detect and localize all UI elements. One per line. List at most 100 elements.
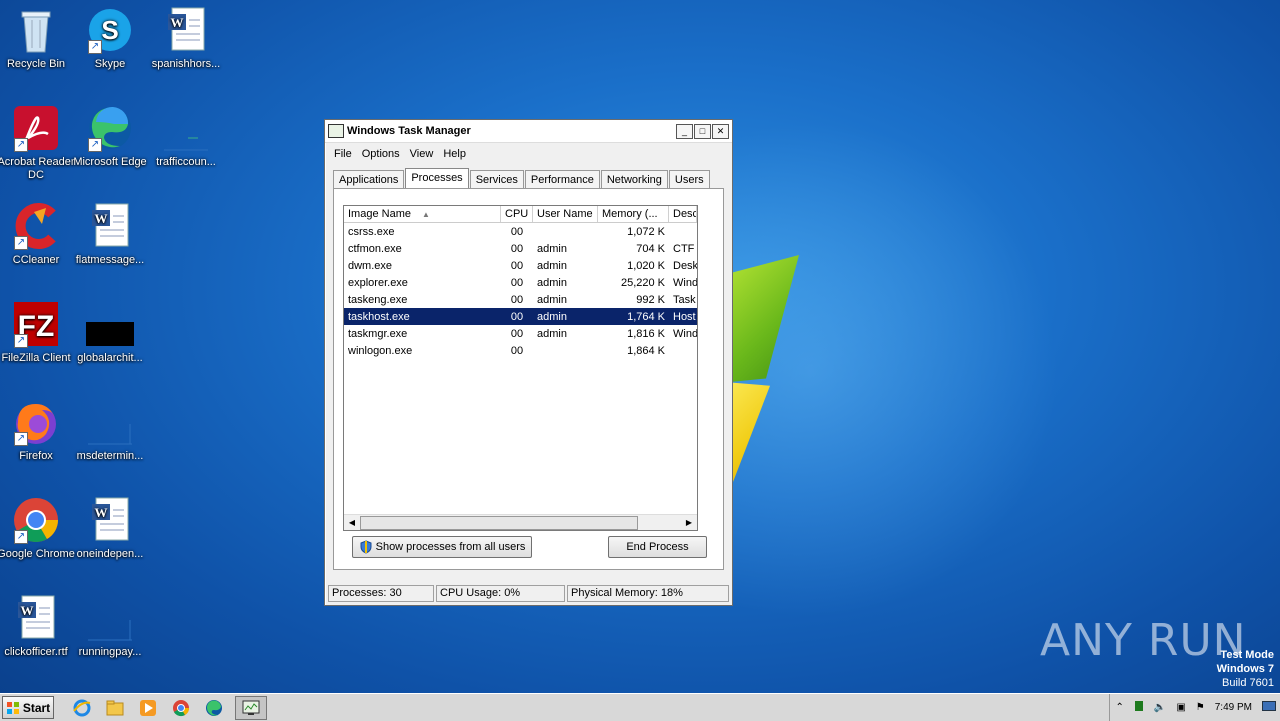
process-description: Desk (673, 259, 697, 272)
horizontal-scrollbar[interactable]: ◀ ▶ (344, 514, 697, 530)
desktop-icon-oneindepen[interactable]: W oneindepen... (67, 496, 153, 561)
process-memory: 1,020 K (627, 259, 665, 272)
windows-logo-icon (6, 701, 19, 714)
watermark-line-2: Windows 7 (1216, 663, 1274, 675)
clock[interactable]: 7:49 PM (1215, 702, 1252, 713)
network-status-icon[interactable] (1134, 700, 1144, 715)
end-process-button[interactable]: End Process (608, 536, 707, 558)
desktop-icon-msdetermin[interactable]: msdetermin... (67, 398, 153, 463)
task-manager-window[interactable]: Windows Task Manager _ □ ✕ File Options … (324, 119, 733, 606)
process-description: Task (673, 293, 696, 306)
scroll-left-icon[interactable]: ◀ (345, 516, 359, 529)
process-memory: 1,864 K (627, 344, 665, 357)
blank-file-icon (86, 398, 134, 446)
word-doc-icon: W (86, 496, 134, 544)
process-row[interactable]: winlogon.exe 00 1,864 K (344, 342, 697, 359)
process-memory: 1,764 K (627, 310, 665, 323)
column-cpu[interactable]: CPU (501, 206, 533, 222)
column-description[interactable]: Desc (669, 206, 697, 222)
show-desktop-icon[interactable] (1262, 701, 1276, 714)
desktop-icon-runningpay[interactable]: runningpay... (67, 594, 153, 659)
edge-icon: ↗ (86, 104, 134, 152)
tab-performance[interactable]: Performance (524, 170, 600, 190)
desktop-icon-flatmessage[interactable]: W flatmessage... (67, 202, 153, 267)
tab-services[interactable]: Services (469, 170, 524, 190)
process-memory: 704 K (636, 242, 665, 255)
desktop-icon-globalarchit[interactable]: globalarchit... (67, 300, 153, 365)
title-bar[interactable]: Windows Task Manager _ □ ✕ (325, 120, 732, 143)
uac-shield-icon (360, 540, 372, 554)
explorer-folder-icon[interactable] (103, 697, 127, 719)
desktop-icon-label: spanishhors... (151, 58, 221, 70)
show-all-processes-button[interactable]: Show processes from all users (352, 536, 532, 558)
column-image-name[interactable]: Image Name ▲ (344, 206, 501, 222)
process-row[interactable]: taskeng.exe 00 admin 992 K Task (344, 291, 697, 308)
edge-icon[interactable] (202, 697, 226, 719)
media-player-icon[interactable] (136, 697, 160, 719)
menu-options[interactable]: Options (357, 148, 405, 160)
process-cpu: 00 (510, 225, 524, 238)
shortcut-arrow-icon: ↗ (14, 138, 28, 152)
desktop-icon-spanishhors[interactable]: W spanishhors... (143, 6, 229, 71)
tab-users[interactable]: Users (668, 170, 710, 190)
start-button[interactable]: Start (2, 696, 54, 719)
process-user: admin (537, 259, 567, 272)
desktop-icon-trafficcoun[interactable]: trafficcoun... (143, 104, 229, 169)
task-manager-icon (328, 124, 344, 138)
process-user: admin (537, 310, 567, 323)
process-memory: 1,072 K (627, 225, 665, 238)
shortcut-arrow-icon: ↗ (14, 236, 28, 250)
volume-icon[interactable]: 🔈 (1154, 702, 1166, 713)
column-memory[interactable]: Memory (... (598, 206, 669, 222)
process-cpu: 00 (510, 293, 524, 306)
process-row[interactable]: taskmgr.exe 00 admin 1,816 K Wind (344, 325, 697, 342)
shortcut-arrow-icon: ↗ (14, 530, 28, 544)
word-doc-icon: W (162, 6, 210, 54)
action-center-flag-icon[interactable]: ⚑ (1196, 702, 1205, 713)
process-row[interactable]: ctfmon.exe 00 admin 704 K CTF I (344, 240, 697, 257)
firefox-icon: ↗ (12, 398, 60, 446)
svg-text:W: W (95, 505, 108, 520)
process-description: CTF I (673, 242, 697, 255)
process-name: ctfmon.exe (348, 242, 402, 255)
menu-help[interactable]: Help (438, 148, 471, 160)
desktop-icon-label: oneindepen... (76, 548, 144, 560)
process-row[interactable]: dwm.exe 00 admin 1,020 K Desk (344, 257, 697, 274)
maximize-button[interactable]: □ (694, 123, 711, 139)
process-name: explorer.exe (348, 276, 408, 289)
process-row[interactable]: explorer.exe 00 admin 25,220 K Wind (344, 274, 697, 291)
scroll-thumb[interactable] (360, 516, 638, 530)
process-name: taskmgr.exe (348, 327, 408, 340)
menu-file[interactable]: File (329, 148, 357, 160)
process-cpu: 00 (510, 242, 524, 255)
test-mode-watermark: Test Mode Windows 7 Build 7601 (1217, 648, 1274, 690)
close-button[interactable]: ✕ (712, 123, 729, 139)
status-cpu: CPU Usage: 0% (436, 585, 565, 602)
process-list[interactable]: Image Name ▲ CPU User Name Memory (... D… (343, 205, 698, 531)
process-name: taskeng.exe (348, 293, 408, 306)
ie-icon[interactable] (70, 697, 94, 719)
chrome-icon[interactable] (169, 697, 193, 719)
tab-networking[interactable]: Networking (600, 170, 668, 190)
column-user-name[interactable]: User Name (533, 206, 598, 222)
acrobat-icon: ↗ (12, 104, 60, 152)
desktop-icon-edge[interactable]: ↗ Microsoft Edge (67, 104, 153, 169)
watermark-line-1: Test Mode (1220, 649, 1274, 661)
scroll-right-icon[interactable]: ▶ (682, 516, 696, 529)
tab-applications[interactable]: Applications (333, 170, 405, 190)
process-cpu: 00 (510, 259, 524, 272)
process-user: admin (537, 242, 567, 255)
process-cpu: 00 (510, 310, 524, 323)
menu-view[interactable]: View (405, 148, 439, 160)
desktop-icon-label: flatmessage... (75, 254, 145, 266)
process-user: admin (537, 276, 567, 289)
desktop-icon-label: trafficcoun... (156, 156, 216, 168)
process-row[interactable]: taskhost.exe 00 admin 1,764 K Host (344, 308, 697, 325)
show-hidden-icons-icon[interactable]: ⌃ (1115, 702, 1123, 713)
task-manager-icon[interactable] (235, 695, 267, 720)
minimize-button[interactable]: _ (676, 123, 693, 139)
filezilla-icon: FZ ↗ (12, 300, 60, 348)
process-row[interactable]: csrss.exe 00 1,072 K (344, 223, 697, 240)
desktop-icon-skype[interactable]: S ↗ Skype (67, 6, 153, 71)
network-icon[interactable]: ▣ (1176, 702, 1185, 713)
